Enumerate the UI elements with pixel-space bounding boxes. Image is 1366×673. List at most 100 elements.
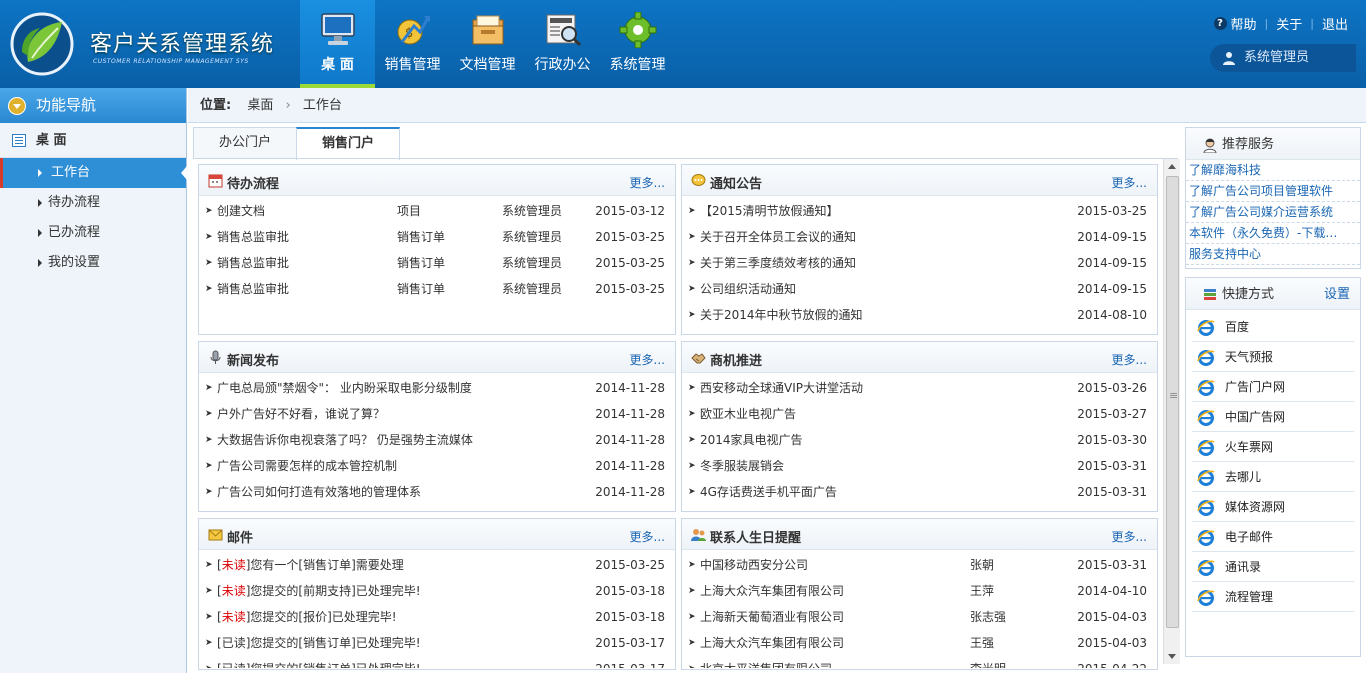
sidebar-header[interactable]: 功能导航	[0, 88, 186, 123]
shortcut-item[interactable]: 中国广告网	[1192, 402, 1354, 432]
list-item[interactable]: 关于第三季度绩效考核的通知 2014-09-15	[682, 250, 1157, 276]
item-date: 2015-03-31	[1077, 485, 1147, 499]
more-link[interactable]: 更多...	[630, 528, 665, 545]
list-item[interactable]: 广告公司需要怎样的成本管控机制 2014-11-28	[199, 453, 675, 479]
scroll-up-icon[interactable]	[1164, 159, 1180, 175]
nav-documents-label: 文档管理	[459, 57, 516, 73]
shortcut-item[interactable]: 火车票网	[1192, 432, 1354, 462]
list-item[interactable]: 2014家具电视广告 2015-03-30	[682, 427, 1157, 453]
shortcut-item[interactable]: 媒体资源网	[1192, 492, 1354, 522]
table-row[interactable]: 北京太平洋集团有限公司 李光明 2015-04-22	[682, 656, 1157, 668]
recommend-link[interactable]: 了解靡海科技	[1186, 160, 1360, 181]
panel-header: 联系人生日提醒 更多...	[682, 519, 1157, 550]
list-item[interactable]: 广电总局颁"禁烟令"： 业内盼采取电影分级制度 2014-11-28	[199, 375, 675, 401]
nav-sales[interactable]: $ 销售管理	[375, 0, 450, 88]
sidebar-group-desktop[interactable]: 桌 面	[0, 123, 186, 158]
recommend-link[interactable]: 了解广告公司项目管理软件	[1186, 181, 1360, 202]
more-link[interactable]: 更多...	[1112, 174, 1147, 191]
panel-title: 新闻发布	[227, 354, 280, 369]
recommend-link[interactable]: 了解广告公司媒介运营系统	[1186, 202, 1360, 223]
about-link[interactable]: 关于	[1276, 14, 1302, 33]
item-title: 关于召开全体员工会议的通知	[688, 224, 856, 250]
nav-sales-label: 销售管理	[384, 57, 441, 73]
current-user[interactable]: 系统管理员	[1210, 44, 1356, 72]
process-user: 系统管理员	[502, 204, 563, 218]
browser-icon	[1197, 560, 1215, 576]
shortcut-item[interactable]: 通讯录	[1192, 552, 1354, 582]
more-link[interactable]: 更多...	[1112, 351, 1147, 368]
process-name: 销售总监审批	[205, 276, 289, 302]
recommend-link[interactable]: 服务支持中心	[1186, 244, 1360, 265]
table-row[interactable]: 销售总监审批 销售订单 系统管理员 2015-03-25	[199, 276, 675, 302]
portal-tabs: 办公门户 销售门户	[193, 127, 400, 160]
recommend-header: 推荐服务	[1186, 128, 1360, 160]
help-link[interactable]: 帮助	[1231, 14, 1257, 33]
list-item[interactable]: 冬季服装展销会 2015-03-31	[682, 453, 1157, 479]
panel-title: 邮件	[227, 531, 254, 546]
top-links: ? 帮助 | 关于 | 退出	[1213, 14, 1348, 33]
table-row[interactable]: 上海大众汽车集团有限公司 王强 2015-04-03	[682, 630, 1157, 656]
breadcrumb-root[interactable]: 桌面	[247, 98, 273, 113]
sidebar-group-label: 桌 面	[36, 133, 67, 148]
sidebar-item-done[interactable]: 已办流程	[0, 218, 186, 248]
list-item[interactable]: 关于2014年中秋节放假的通知 2014-08-10	[682, 302, 1157, 328]
sidebar-item-settings[interactable]: 我的设置	[0, 248, 186, 278]
sidebar-item-workbench[interactable]: 工作台	[0, 158, 187, 188]
nav-system[interactable]: 系统管理	[600, 0, 675, 88]
more-link[interactable]: 更多...	[630, 174, 665, 191]
table-row[interactable]: 创建文档 项目 系统管理员 2015-03-12	[199, 198, 675, 224]
list-item[interactable]: [已读]您提交的[销售订单]已处理完毕! 2015-03-17	[199, 630, 675, 656]
list-item[interactable]: 西安移动全球通VIP大讲堂活动 2015-03-26	[682, 375, 1157, 401]
nav-desktop[interactable]: 桌 面	[300, 0, 375, 88]
list-item[interactable]: 公司组织活动通知 2014-09-15	[682, 276, 1157, 302]
sidebar: 功能导航 桌 面 工作台 待办流程 已办流程 我的设置	[0, 88, 187, 673]
tab-office-portal[interactable]: 办公门户	[193, 127, 297, 159]
tab-sales-portal[interactable]: 销售门户	[296, 127, 400, 160]
shortcut-item[interactable]: 去哪儿	[1192, 462, 1354, 492]
shortcut-item[interactable]: 百度	[1192, 312, 1354, 342]
more-link[interactable]: 更多...	[630, 351, 665, 368]
birthday-date: 2015-03-31	[1077, 558, 1147, 572]
item-title: 【2015清明节放假通知】	[688, 198, 839, 224]
list-item[interactable]: 欧亚木业电视广告 2015-03-27	[682, 401, 1157, 427]
list-item[interactable]: 关于召开全体员工会议的通知 2014-09-15	[682, 224, 1157, 250]
contact-name: 张朝	[970, 558, 995, 572]
logout-link[interactable]: 退出	[1322, 14, 1348, 33]
table-row[interactable]: 销售总监审批 销售订单 系统管理员 2015-03-25	[199, 224, 675, 250]
table-row[interactable]: 中国移动西安分公司 张朝 2015-03-31	[682, 552, 1157, 578]
panel-header: 通知公告 更多...	[682, 165, 1157, 196]
table-row[interactable]: 上海新天葡萄酒业有限公司 张志强 2015-04-03	[682, 604, 1157, 630]
list-item[interactable]: 大数据告诉你电视衰落了吗？ 仍是强势主流媒体 2014-11-28	[199, 427, 675, 453]
item-title: 大数据告诉你电视衰落了吗？ 仍是强势主流媒体	[205, 427, 473, 453]
list-item[interactable]: 4G存话费送手机平面广告 2015-03-31	[682, 479, 1157, 505]
contact-name: 王萍	[970, 584, 995, 598]
panel-header: 新闻发布 更多...	[199, 342, 675, 373]
list-item[interactable]: 【2015清明节放假通知】 2015-03-25	[682, 198, 1157, 224]
birthday-date: 2015-04-03	[1077, 636, 1147, 650]
scroll-down-icon[interactable]	[1164, 648, 1180, 664]
list-item[interactable]: [已读]您提交的[销售订单]已处理完毕! 2015-03-17	[199, 656, 675, 668]
item-title: 公司组织活动通知	[688, 276, 796, 302]
sidebar-item-todo[interactable]: 待办流程	[0, 188, 186, 218]
main-scrollbar[interactable]	[1163, 159, 1180, 664]
table-row[interactable]: 上海大众汽车集团有限公司 王萍 2014-04-10	[682, 578, 1157, 604]
list-item[interactable]: 广告公司如何打造有效落地的管理体系 2014-11-28	[199, 479, 675, 505]
shortcut-item[interactable]: 流程管理	[1192, 582, 1354, 612]
table-row[interactable]: 销售总监审批 销售订单 系统管理员 2015-03-25	[199, 250, 675, 276]
shortcut-item[interactable]: 电子邮件	[1192, 522, 1354, 552]
list-item[interactable]: 户外广告好不好看，谁说了算？ 2014-11-28	[199, 401, 675, 427]
list-item[interactable]: [未读]您有一个[销售订单]需要处理 2015-03-25	[199, 552, 675, 578]
list-item[interactable]: [未读]您提交的[前期支持]已处理完毕! 2015-03-18	[199, 578, 675, 604]
list-item[interactable]: [未读]您提交的[报价]已处理完毕! 2015-03-18	[199, 604, 675, 630]
recommend-link[interactable]: 本软件（永久免费）-下载…	[1186, 223, 1360, 244]
more-link[interactable]: 更多...	[1112, 528, 1147, 545]
shortcut-item[interactable]: 天气预报	[1192, 342, 1354, 372]
nav-documents[interactable]: 文档管理	[450, 0, 525, 88]
scroll-thumb[interactable]	[1166, 176, 1179, 628]
item-date: 2014-11-28	[595, 485, 665, 499]
birthday-date: 2015-04-22	[1077, 656, 1147, 668]
mail-date: 2015-03-17	[595, 636, 665, 650]
nav-admin-office[interactable]: 行政办公	[525, 0, 600, 88]
shortcut-item[interactable]: 广告门户网	[1192, 372, 1354, 402]
shortcut-settings-link[interactable]: 设置	[1324, 278, 1350, 312]
